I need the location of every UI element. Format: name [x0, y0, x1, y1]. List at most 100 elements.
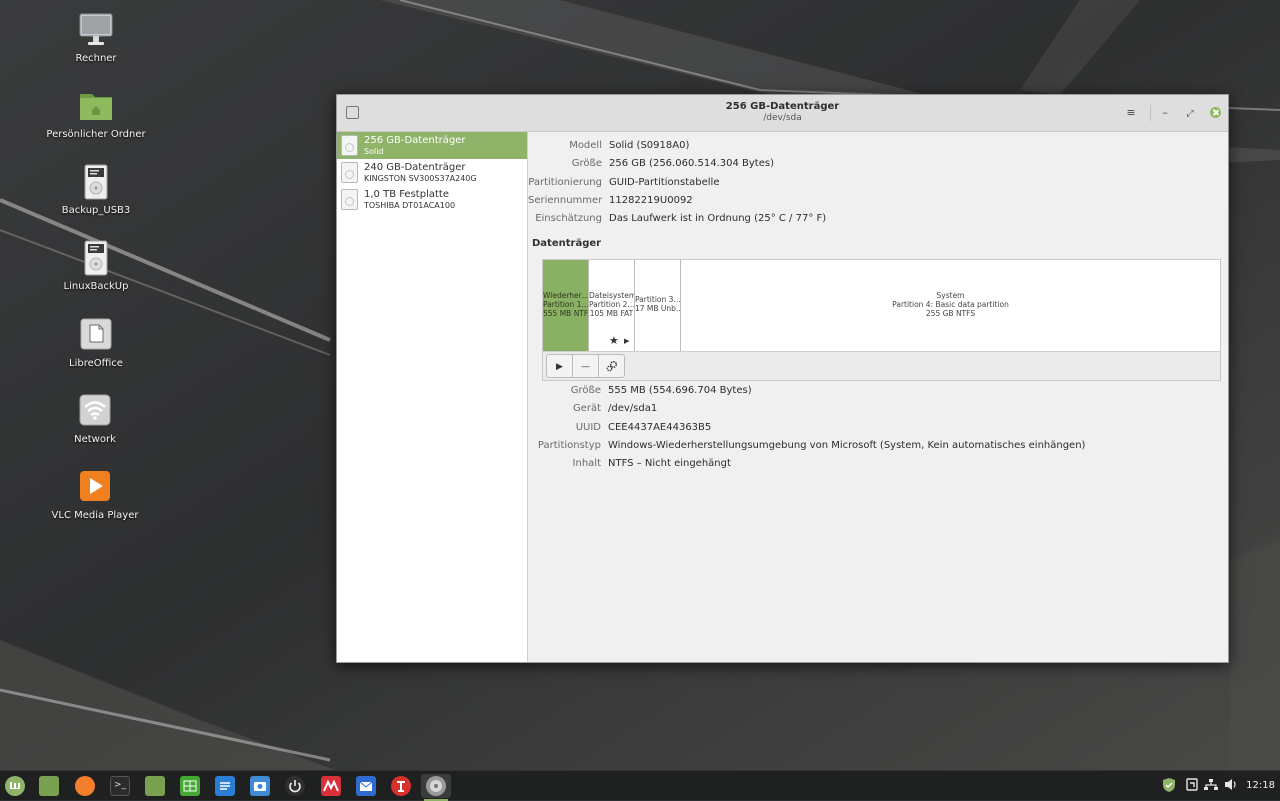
mint-menu-icon	[5, 776, 25, 796]
mail-icon	[356, 776, 376, 796]
desktop-icon-rechner[interactable]: Rechner	[46, 12, 146, 65]
taskbar-app-spreadsheet[interactable]	[175, 774, 205, 798]
writer-icon	[215, 776, 235, 796]
clock[interactable]: 12:18	[1246, 780, 1275, 791]
power-icon	[285, 776, 305, 796]
drive-name: 240 GB-Datenträger	[364, 162, 466, 173]
partition-3[interactable]: Partition 3… 17 MB Unb…	[635, 260, 681, 351]
mount-button[interactable]: ▶	[546, 354, 573, 378]
drive-info-key: Größe	[571, 158, 602, 169]
drive-item-1tb[interactable]: 1,0 TB Festplatte TOSHIBA DT01ACA100	[337, 186, 527, 213]
play-icon	[77, 469, 113, 505]
drive-info-value: 256 GB (256.060.514.304 Bytes)	[609, 158, 774, 169]
disk-icon	[341, 162, 358, 183]
shield-icon[interactable]	[1162, 777, 1176, 796]
taskbar-app-mail[interactable]	[351, 774, 381, 798]
pdf-editor-icon	[321, 776, 341, 796]
partition-info-value: Windows-Wiederherstellungsumgebung von M…	[608, 440, 1086, 451]
maximize-icon: ⤢	[1186, 109, 1194, 119]
disk-icon	[341, 135, 358, 156]
spreadsheet-icon	[180, 776, 200, 796]
partition-info-key: UUID	[575, 422, 601, 433]
minimize-button[interactable]: –	[1156, 104, 1174, 122]
partition-settings-button[interactable]	[598, 354, 625, 378]
taskbar-app-show-desktop[interactable]	[34, 774, 64, 798]
show-desktop-icon	[39, 776, 59, 796]
drive-item-240gb[interactable]: 240 GB-Datenträger KINGSTON SV300S37A240…	[337, 159, 527, 186]
drive-item-256gb[interactable]: 256 GB-Datenträger Solid	[337, 132, 527, 159]
desktop-icon-backup-usb3[interactable]: Backup_USB3	[46, 164, 146, 217]
taskbar-app-screenshot[interactable]	[245, 774, 275, 798]
usb-drive-icon	[78, 164, 114, 200]
partition-label: Wiederher…	[543, 291, 588, 300]
drive-details: Modell Solid (S0918A0) Größe 256 GB (256…	[528, 132, 1228, 662]
partition-number: Partition 1…	[543, 300, 588, 309]
drive-model: KINGSTON SV300S37A240G	[364, 174, 477, 183]
drive-name: 1,0 TB Festplatte	[364, 189, 449, 200]
taskbar-app-pdf-editor[interactable]	[316, 774, 346, 798]
partition-info-key: Gerät	[572, 403, 601, 414]
terminal-icon: >_	[110, 776, 130, 796]
play-icon: ▶	[556, 362, 563, 372]
taskbar-app-firefox[interactable]	[70, 774, 100, 798]
taskbar-app-shutdown[interactable]	[280, 774, 310, 798]
desktop-icon-network[interactable]: Network	[45, 393, 145, 446]
titlebar-separator	[1150, 105, 1151, 121]
desktop-icon-label: LibreOffice	[69, 358, 123, 369]
minimize-icon: –	[1162, 106, 1168, 119]
partition-4[interactable]: System Partition 4: Basic data partition…	[681, 260, 1220, 351]
taskbar-app-font-manager[interactable]	[386, 774, 416, 798]
gears-icon	[606, 359, 618, 372]
system-tray: 12:18	[1160, 771, 1280, 801]
partition-bar: Wiederher… Partition 1… 555 MB NTFS Date…	[543, 260, 1220, 352]
desktop-icon-linuxbackup[interactable]: LinuxBackUp	[46, 240, 146, 293]
drive-info-value: 11282219U0092	[609, 195, 693, 206]
taskbar-app-mint-menu[interactable]	[0, 774, 30, 798]
partition-number: Partition 4: Basic data partition	[892, 300, 1009, 309]
desktop-icon-label: VLC Media Player	[51, 510, 139, 521]
window-titlebar[interactable]: 256 GB-Datenträger /dev/sda ≡ – ⤢	[337, 95, 1228, 132]
delete-partition-button[interactable]: —	[572, 354, 599, 378]
mounted-arrow-icon: ▶	[624, 337, 630, 345]
volume-map: Wiederher… Partition 1… 555 MB NTFS Date…	[542, 259, 1221, 381]
drive-info-key: Modell	[569, 140, 602, 151]
partition-2[interactable]: Dateisystem Partition 2… 105 MB FAT ★ ▶	[589, 260, 635, 351]
wifi-icon	[77, 393, 113, 429]
partition-number: Partition 2…	[589, 300, 634, 309]
drive-list: 256 GB-Datenträger Solid 240 GB-Datenträ…	[337, 132, 528, 662]
network-icon[interactable]	[1204, 778, 1218, 794]
taskbar-app-disks[interactable]	[421, 774, 451, 801]
document-icon	[78, 317, 114, 353]
maximize-button[interactable]: ⤢	[1181, 104, 1199, 122]
partition-info-key: Partitionstyp	[537, 440, 601, 451]
close-icon	[1209, 107, 1221, 118]
disks-icon	[426, 776, 446, 796]
drive-info-value: GUID-Partitionstabelle	[609, 177, 720, 188]
desktop-icon-libreoffice[interactable]: LibreOffice	[46, 317, 146, 370]
desktop-icon-home-folder[interactable]: Persönlicher Ordner	[46, 88, 146, 141]
taskbar-app-terminal[interactable]: >_	[105, 774, 135, 798]
window-subtitle: /dev/sda	[763, 113, 802, 123]
drive-model: Solid	[364, 147, 384, 156]
partition-1[interactable]: Wiederher… Partition 1… 555 MB NTFS	[543, 260, 589, 351]
home-folder-icon	[78, 88, 114, 124]
drive-info-key: Partitionierung	[528, 177, 602, 188]
volume-toolbar: ▶ —	[546, 354, 625, 378]
drive-info-key: Seriennummer	[528, 195, 603, 206]
close-button[interactable]	[1206, 104, 1224, 122]
disks-window: 256 GB-Datenträger /dev/sda ≡ – ⤢ 256 GB…	[336, 94, 1229, 663]
taskbar-app-files[interactable]	[140, 774, 170, 798]
volumes-heading: Datenträger	[532, 238, 602, 249]
partition-size: 17 MB Unb…	[635, 304, 680, 313]
partition-info-value: NTFS – Nicht eingehängt	[608, 458, 731, 469]
update-manager-icon[interactable]	[1186, 778, 1198, 794]
menu-button[interactable]: ≡	[1122, 104, 1140, 122]
partition-size: 555 MB NTFS	[543, 309, 588, 318]
partition-info-key: Größe	[570, 385, 601, 396]
window-title: 256 GB-Datenträger	[725, 101, 840, 112]
volume-icon[interactable]	[1224, 778, 1238, 794]
desktop-icon-vlc[interactable]: VLC Media Player	[45, 469, 145, 522]
disk-icon	[341, 189, 358, 210]
taskbar-app-writer[interactable]	[210, 774, 240, 798]
drive-name: 256 GB-Datenträger	[364, 135, 466, 146]
